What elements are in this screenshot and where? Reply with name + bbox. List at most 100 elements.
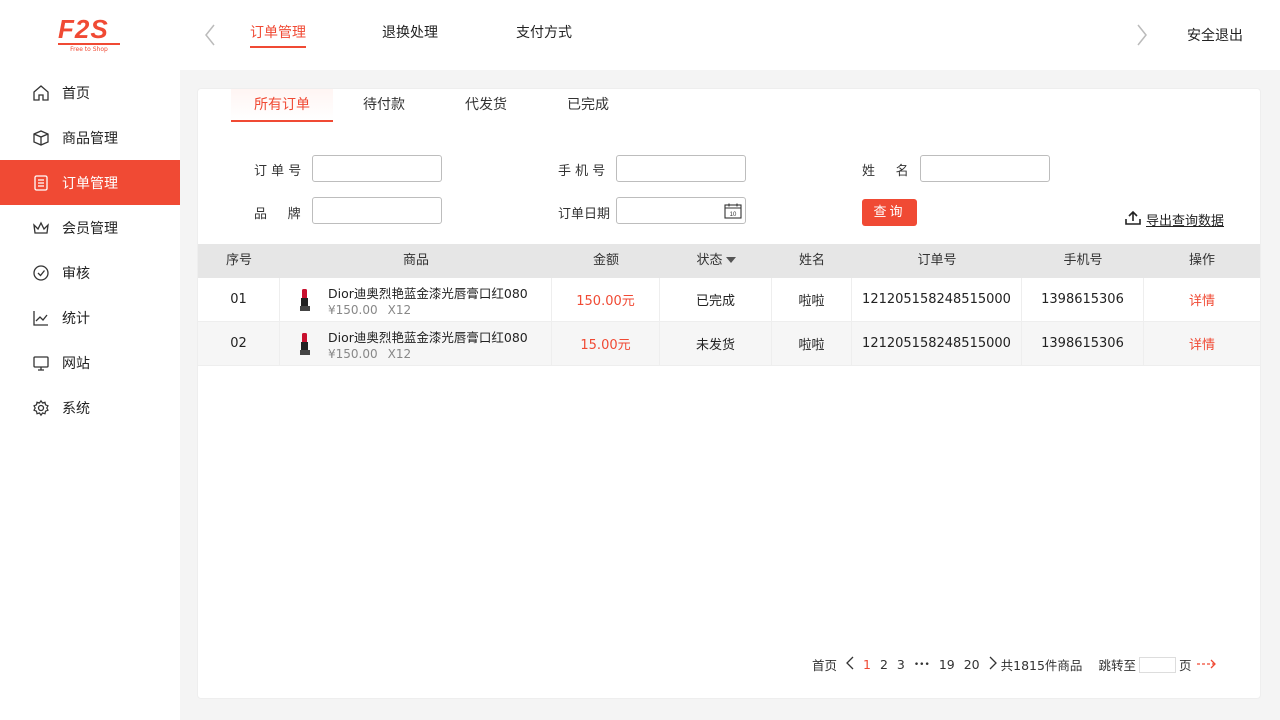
order-date-input[interactable]: 10: [616, 197, 746, 224]
product-name: Dior迪奥烈艳蓝金漆光唇膏口红080: [328, 329, 528, 345]
tab-completed[interactable]: 已完成: [537, 89, 639, 122]
tab-returns[interactable]: 退换处理: [382, 22, 438, 46]
jump-label: 跳转至: [1098, 658, 1136, 673]
sidebar-item-review[interactable]: 审核: [0, 250, 180, 295]
product-qty: X12: [387, 302, 412, 317]
cell-order-no: 121205158248515000: [852, 278, 1022, 321]
calendar-icon[interactable]: 10: [724, 203, 742, 223]
name-label: 姓 名: [862, 164, 909, 179]
cell-phone: 1398615306: [1022, 278, 1144, 321]
order-no-input[interactable]: [312, 155, 442, 182]
order-list-icon: [32, 174, 50, 192]
sidebar-item-orders[interactable]: 订单管理: [0, 160, 180, 205]
tab-to-ship[interactable]: 代发货: [435, 89, 537, 122]
table-header: 序号 商品 金额 状态 姓名 订单号 手机号 操作: [198, 244, 1260, 278]
phone-label: 手 机 号: [558, 164, 606, 179]
monitor-icon: [32, 354, 50, 372]
cell-name: 啦啦: [772, 278, 852, 321]
cell-order-no: 121205158248515000: [852, 322, 1022, 365]
chevron-right-icon[interactable]: [1136, 24, 1148, 50]
table-row: 02 Dior迪奥烈艳蓝金漆光唇膏口红080 ¥150.00 X12 15.00元…: [198, 322, 1260, 366]
cell-status: 已完成: [660, 278, 772, 321]
page-link[interactable]: 3: [897, 657, 905, 672]
export-link[interactable]: 导出查询数据: [1125, 210, 1224, 229]
page-unit: 页: [1178, 658, 1192, 673]
cell-index: 02: [198, 322, 280, 365]
page-link[interactable]: 2: [880, 657, 888, 672]
sidebar-item-stats[interactable]: 统计: [0, 295, 180, 340]
product-name: Dior迪奥烈艳蓝金漆光唇膏口红080: [328, 285, 528, 301]
cell-phone: 1398615306: [1022, 322, 1144, 365]
status-header-label: 状态: [696, 253, 723, 268]
jump-page-input[interactable]: [1138, 656, 1176, 673]
caret-down-icon: [725, 244, 736, 278]
top-nav-bar: 订单管理 退换处理 支付方式 安全退出: [180, 0, 1280, 70]
lipstick-thumbnail: [298, 288, 312, 312]
tab-pending-payment[interactable]: 待付款: [333, 89, 435, 122]
box-icon: [32, 129, 50, 147]
lipstick-thumbnail: [298, 332, 312, 356]
name-input[interactable]: [920, 155, 1050, 182]
logout-button[interactable]: 安全退出: [1187, 25, 1243, 45]
orders-table: 序号 商品 金额 状态 姓名 订单号 手机号 操作 01 Dior迪奥烈艳蓝金漆…: [198, 244, 1260, 366]
tab-payment-methods[interactable]: 支付方式: [516, 22, 572, 46]
cell-product: Dior迪奥烈艳蓝金漆光唇膏口红080 ¥150.00 X12: [280, 322, 552, 365]
page-link[interactable]: 19: [939, 657, 955, 672]
brand-logo[interactable]: F2S Free to Shop: [58, 16, 122, 56]
sidebar-item-products[interactable]: 商品管理: [0, 115, 180, 160]
first-page-link[interactable]: 首页: [812, 655, 837, 674]
cell-index: 01: [198, 278, 280, 321]
sidebar-item-label: 首页: [62, 85, 90, 102]
tab-all-orders[interactable]: 所有订单: [231, 89, 333, 122]
sidebar-item-label: 审核: [62, 265, 90, 282]
search-button[interactable]: 查询: [862, 199, 917, 226]
tab-order-management[interactable]: 订单管理: [250, 22, 306, 48]
phone-input[interactable]: [616, 155, 746, 182]
gear-icon: [32, 399, 50, 417]
sidebar-item-label: 统计: [62, 310, 90, 327]
sidebar-item-system[interactable]: 系统: [0, 385, 180, 430]
page-link[interactable]: 20: [964, 657, 980, 672]
pagination-ellipsis: •••: [913, 659, 930, 670]
sidebar-item-label: 订单管理: [62, 175, 118, 192]
details-link[interactable]: 详情: [1144, 322, 1260, 365]
check-circle-icon: [32, 264, 50, 282]
sidebar-item-label: 商品管理: [62, 130, 118, 147]
product-qty: X12: [387, 346, 412, 361]
go-arrow-icon[interactable]: [1197, 657, 1217, 672]
export-label: 导出查询数据: [1146, 214, 1225, 229]
cell-name: 啦啦: [772, 322, 852, 365]
logo-subtitle: Free to Shop: [70, 46, 108, 53]
sidebar: F2S Free to Shop 首页 商品管理 订单管理 会员管理 审核 统计…: [0, 0, 180, 720]
col-header-index: 序号: [225, 253, 252, 268]
order-status-tabs: 所有订单 待付款 代发货 已完成: [231, 89, 639, 122]
col-header-amount: 金额: [592, 253, 619, 268]
product-price: ¥150.00: [328, 346, 378, 361]
order-date-label: 订单日期: [558, 207, 611, 222]
sidebar-item-website[interactable]: 网站: [0, 340, 180, 385]
col-header-product: 商品: [402, 253, 429, 268]
details-link[interactable]: 详情: [1144, 278, 1260, 321]
page-link[interactable]: 1: [863, 657, 871, 672]
table-row: 01 Dior迪奥烈艳蓝金漆光唇膏口红080 ¥150.00 X12 150.00…: [198, 278, 1260, 322]
col-header-order-no: 订单号: [917, 253, 957, 268]
svg-text:10: 10: [730, 212, 737, 218]
sidebar-item-label: 网站: [62, 355, 90, 372]
brand-label: 品 牌: [254, 207, 301, 222]
cell-product: Dior迪奥烈艳蓝金漆光唇膏口红080 ¥150.00 X12: [280, 278, 552, 321]
order-no-label: 订 单 号: [254, 164, 302, 179]
chevron-left-icon[interactable]: [204, 24, 216, 50]
sidebar-item-home[interactable]: 首页: [0, 70, 180, 115]
brand-input[interactable]: [312, 197, 442, 224]
col-header-phone: 手机号: [1063, 253, 1103, 268]
upload-icon: [1125, 210, 1141, 229]
orders-panel: 所有订单 待付款 代发货 已完成 订 单 号 手 机 号 姓 名 品 牌 订单日…: [197, 88, 1261, 699]
chevron-left-icon[interactable]: [846, 656, 854, 673]
sidebar-nav: 首页 商品管理 订单管理 会员管理 审核 统计 网站 系统: [0, 70, 180, 430]
sidebar-item-members[interactable]: 会员管理: [0, 205, 180, 250]
sidebar-item-label: 会员管理: [62, 220, 118, 237]
col-header-status[interactable]: 状态: [660, 244, 772, 278]
home-icon: [32, 84, 50, 102]
total-count: 共1815件商品: [1000, 658, 1083, 673]
chevron-right-icon[interactable]: [989, 656, 997, 673]
